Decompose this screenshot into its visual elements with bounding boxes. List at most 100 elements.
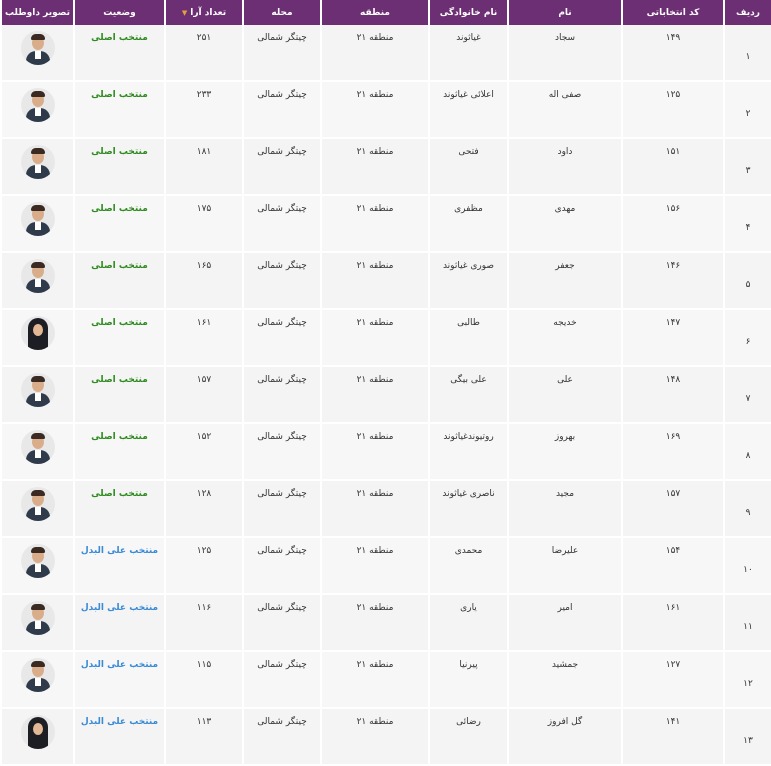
- candidate-photo: [20, 373, 55, 407]
- cell-last-name: پیرنیا: [428, 652, 507, 709]
- header-photo[interactable]: تصویر داوطلب: [0, 0, 73, 25]
- header-row-number[interactable]: ردیف: [723, 0, 771, 25]
- cell-code: ۱۴۹: [621, 25, 723, 82]
- cell-last-name: رضائی: [428, 709, 507, 766]
- cell-first-name: امیر: [507, 595, 621, 652]
- table-row: ۴ ۱۵۶ مهدی مظفری منطقه ۲۱ چیتگر شمالی ۱۷۵ منتخب…: [0, 196, 771, 253]
- header-votes[interactable]: تعداد آرا▼: [164, 0, 242, 25]
- cell-votes: ۱۸۱: [164, 139, 242, 196]
- cell-district: چیتگر شمالی: [242, 709, 320, 766]
- cell-photo: [0, 82, 73, 139]
- cell-code: ۱۲۵: [621, 82, 723, 139]
- header-first-name[interactable]: نام: [507, 0, 621, 25]
- cell-status: منتخب اصلی: [73, 367, 164, 424]
- header-region[interactable]: منطقه: [320, 0, 428, 25]
- cell-code: ۱۴۸: [621, 367, 723, 424]
- cell-status: منتخب اصلی: [73, 82, 164, 139]
- cell-region: منطقه ۲۱: [320, 196, 428, 253]
- cell-district: چیتگر شمالی: [242, 82, 320, 139]
- candidate-photo: [20, 316, 55, 350]
- cell-row-number: ۷: [723, 367, 771, 424]
- candidate-photo: [20, 601, 55, 635]
- cell-first-name: علی: [507, 367, 621, 424]
- cell-region: منطقه ۲۱: [320, 253, 428, 310]
- table-row: ۱۰ ۱۵۴ علیرضا محمدی منطقه ۲۱ چیتگر شمالی ۱۲۵ من…: [0, 538, 771, 595]
- cell-photo: [0, 595, 73, 652]
- cell-last-name: اعلائی غیاثوند: [428, 82, 507, 139]
- cell-last-name: یاری: [428, 595, 507, 652]
- header-district[interactable]: محله: [242, 0, 320, 25]
- candidate-photo: [20, 487, 55, 521]
- header-last-name[interactable]: نام خانوادگی: [428, 0, 507, 25]
- table-row: ۱۲ ۱۲۷ جمشید پیرنیا منطقه ۲۱ چیتگر شمالی ۱۱۵ من…: [0, 652, 771, 709]
- candidate-photo: [20, 202, 55, 236]
- cell-photo: [0, 424, 73, 481]
- header-votes-label: تعداد آرا: [190, 7, 227, 18]
- cell-votes: ۲۳۳: [164, 82, 242, 139]
- cell-region: منطقه ۲۱: [320, 25, 428, 82]
- cell-row-number: ۴: [723, 196, 771, 253]
- cell-status: منتخب اصلی: [73, 253, 164, 310]
- table-row: ۶ ۱۴۷ خدیجه طالبی منطقه ۲۱ چیتگر شمالی ۱۶۱ منتخ…: [0, 310, 771, 367]
- cell-district: چیتگر شمالی: [242, 538, 320, 595]
- cell-district: چیتگر شمالی: [242, 481, 320, 538]
- cell-region: منطقه ۲۱: [320, 367, 428, 424]
- header-status[interactable]: وضعیت: [73, 0, 164, 25]
- table-row: ۷ ۱۴۸ علی علی بیگی منطقه ۲۱ چیتگر شمالی ۱۵۷ منت…: [0, 367, 771, 424]
- cell-district: چیتگر شمالی: [242, 367, 320, 424]
- cell-photo: [0, 367, 73, 424]
- cell-first-name: صفی اله: [507, 82, 621, 139]
- cell-row-number: ۵: [723, 253, 771, 310]
- cell-votes: ۱۶۵: [164, 253, 242, 310]
- cell-status: منتخب اصلی: [73, 196, 164, 253]
- results-table: ردیف کد انتخاباتی نام نام خانوادگی منطقه…: [0, 0, 771, 766]
- cell-district: چیتگر شمالی: [242, 595, 320, 652]
- sort-desc-icon: ▼: [181, 8, 188, 17]
- cell-region: منطقه ۲۱: [320, 652, 428, 709]
- cell-row-number: ۱۱: [723, 595, 771, 652]
- candidate-photo: [20, 145, 55, 179]
- cell-status: منتخب علی البدل: [73, 709, 164, 766]
- cell-row-number: ۱۲: [723, 652, 771, 709]
- cell-last-name: مظفری: [428, 196, 507, 253]
- cell-district: چیتگر شمالی: [242, 652, 320, 709]
- cell-region: منطقه ۲۱: [320, 310, 428, 367]
- header-row: ردیف کد انتخاباتی نام نام خانوادگی منطقه…: [0, 0, 771, 25]
- cell-first-name: مجید: [507, 481, 621, 538]
- candidate-photo: [20, 715, 55, 749]
- table-row: ۱۱ ۱۶۱ امیر یاری منطقه ۲۱ چیتگر شمالی ۱۱۶ منتخب…: [0, 595, 771, 652]
- cell-last-name: محمدی: [428, 538, 507, 595]
- cell-status: منتخب علی البدل: [73, 538, 164, 595]
- cell-status: منتخب اصلی: [73, 424, 164, 481]
- cell-district: چیتگر شمالی: [242, 139, 320, 196]
- candidate-photo: [20, 259, 55, 293]
- cell-votes: ۱۱۳: [164, 709, 242, 766]
- cell-first-name: مهدی: [507, 196, 621, 253]
- cell-photo: [0, 196, 73, 253]
- header-code[interactable]: کد انتخاباتی: [621, 0, 723, 25]
- cell-region: منطقه ۲۱: [320, 82, 428, 139]
- cell-code: ۱۴۱: [621, 709, 723, 766]
- cell-region: منطقه ۲۱: [320, 709, 428, 766]
- cell-code: ۱۲۷: [621, 652, 723, 709]
- cell-region: منطقه ۲۱: [320, 538, 428, 595]
- cell-row-number: ۶: [723, 310, 771, 367]
- candidate-photo: [20, 88, 55, 122]
- table-row: ۲ ۱۲۵ صفی اله اعلائی غیاثوند منطقه ۲۱ چیتگر ش…: [0, 82, 771, 139]
- cell-last-name: صوری غیاثوند: [428, 253, 507, 310]
- cell-district: چیتگر شمالی: [242, 253, 320, 310]
- cell-votes: ۱۲۸: [164, 481, 242, 538]
- cell-row-number: ۱۰: [723, 538, 771, 595]
- table-row: ۹ ۱۵۷ مجید ناصری غیاثوند منطقه ۲۱ چیتگر شمالی…: [0, 481, 771, 538]
- cell-first-name: گل افروز: [507, 709, 621, 766]
- candidate-photo: [20, 658, 55, 692]
- cell-code: ۱۴۶: [621, 253, 723, 310]
- cell-region: منطقه ۲۱: [320, 481, 428, 538]
- cell-photo: [0, 25, 73, 82]
- cell-code: ۱۵۱: [621, 139, 723, 196]
- cell-first-name: سجاد: [507, 25, 621, 82]
- cell-last-name: فتحی: [428, 139, 507, 196]
- cell-code: ۱۵۶: [621, 196, 723, 253]
- cell-last-name: طالبی: [428, 310, 507, 367]
- cell-status: منتخب اصلی: [73, 25, 164, 82]
